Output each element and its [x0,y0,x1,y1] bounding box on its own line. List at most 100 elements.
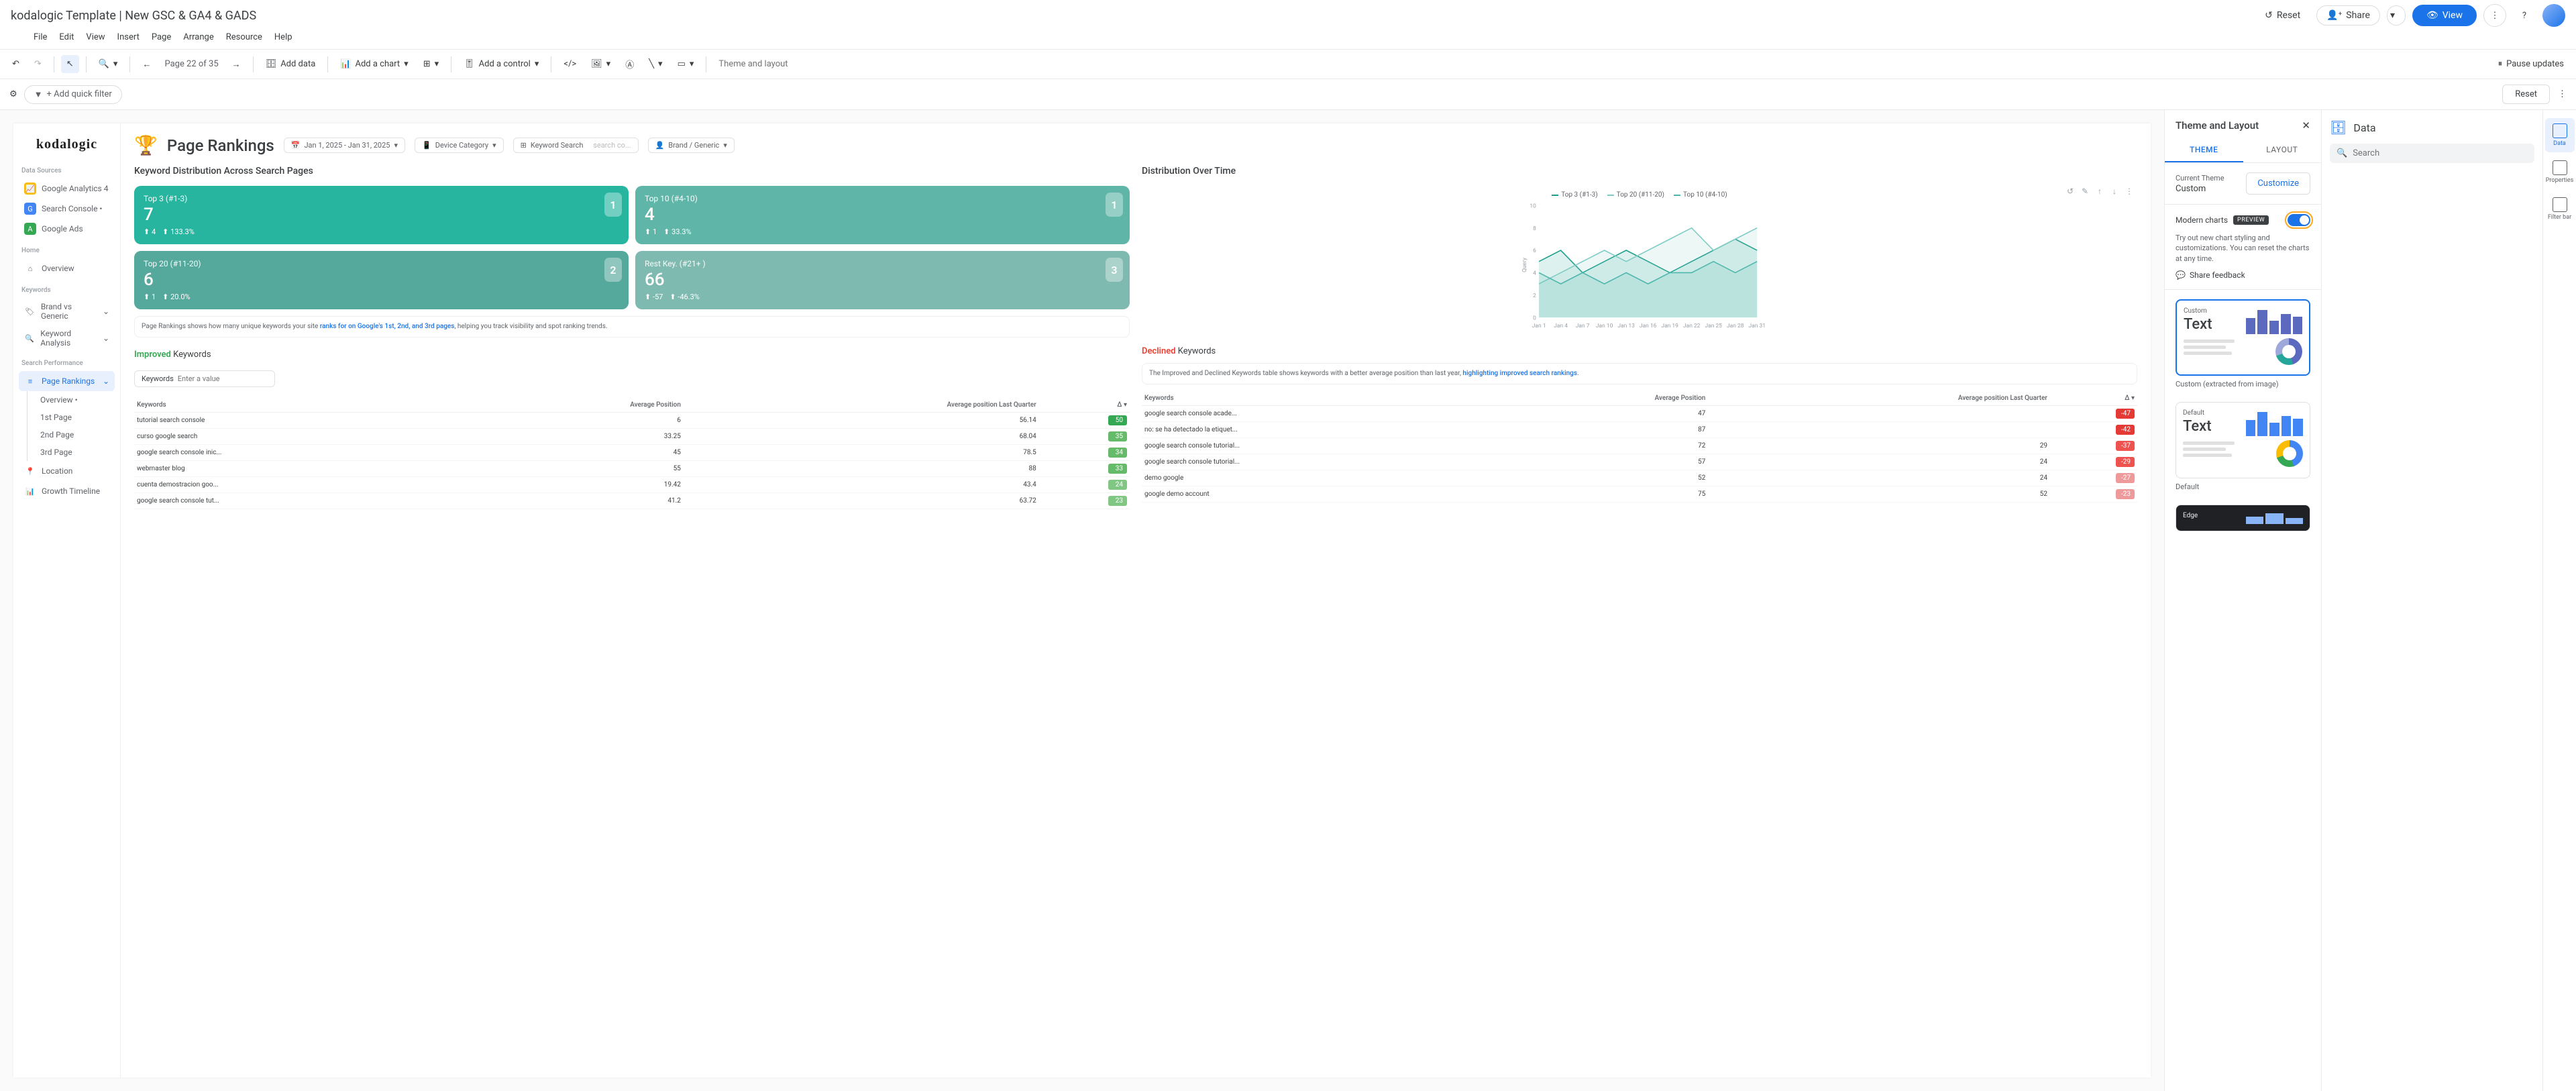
rail-filter[interactable]: Filter bar [2545,192,2575,226]
table-row[interactable]: webmaster blog5588 33 [134,461,1130,477]
image-button[interactable]: 🖼▾ [586,55,616,73]
arrow-up-icon[interactable]: ↑ [2094,186,2105,197]
table-row[interactable]: cuenta demostracion goo...19.4243.4 24 [134,477,1130,493]
metric-card[interactable]: 1 Top 3 (#1-3) 7 ⬆ 4⬆ 133.3% [134,186,629,244]
sidebar-item-gads[interactable]: AGoogle Ads [19,219,115,239]
arrow-down-icon[interactable]: ↓ [2109,186,2120,197]
menu-insert[interactable]: Insert [112,30,145,45]
sidebar-sub-1st[interactable]: 1st Page [35,409,115,426]
rail-properties[interactable]: Properties [2545,155,2575,189]
table-row[interactable]: google search console tutorial...5724 -2… [1142,454,2137,470]
col-header[interactable]: Average Position [473,398,684,413]
text-button[interactable]: Ⓐ [620,54,639,74]
selection-tool[interactable]: ↖ [61,55,79,73]
table-row[interactable]: google demo account7552 -23 [1142,486,2137,503]
sidebar-item-ga4[interactable]: 📈Google Analytics 4 [19,178,115,199]
col-header[interactable]: Δ ▾ [2050,391,2137,406]
more-options-button[interactable]: ⋮ [2483,4,2506,27]
shape-button[interactable]: ▭▾ [672,55,700,73]
pause-updates-button[interactable]: ⏸Pause updates [2493,55,2569,73]
keyword-input[interactable] [178,374,265,383]
rail-data[interactable]: Data [2545,118,2575,152]
redo-button[interactable]: ↷ [29,55,47,73]
table-row[interactable]: demo google5224 -27 [1142,470,2137,486]
sidebar-item-brand[interactable]: 🏷Brand vs Generic⌄ [19,298,115,325]
col-header[interactable]: Average position Last Quarter [1708,391,2050,406]
customize-button[interactable]: Customize [2246,172,2310,195]
metric-card[interactable]: 3 Rest Key. (#21+ ) 66 ⬆ -57⬆ -46.3% [635,251,1130,309]
filter-icon[interactable]: ⚙ [9,89,17,99]
metric-card[interactable]: 2 Top 20 (#11-20) 6 ⬆ 1⬆ 20.0% [134,251,629,309]
col-header[interactable]: Keywords [134,398,473,413]
next-page[interactable]: → [227,55,246,74]
add-chart-button[interactable]: 📊Add a chart ▾ [335,55,413,73]
url-embed-button[interactable]: </> [558,55,582,73]
table-row[interactable]: google search console acade...47 -47 [1142,406,2137,422]
sidebar-sub-overview[interactable]: Overview • [35,391,115,409]
menu-arrange[interactable]: Arrange [178,30,219,45]
tab-layout[interactable]: LAYOUT [2243,138,2322,162]
zoom-button[interactable]: 🔍 ▾ [93,55,123,73]
theme-layout-input[interactable] [713,56,847,72]
menu-help[interactable]: Help [269,30,298,45]
sidebar-item-kwanalysis[interactable]: 🔍Keyword Analysis⌄ [19,325,115,352]
reset-button[interactable]: ↺Reset [2255,6,2310,25]
table-row[interactable]: no: se ha detectado la etiquet...87 -42 [1142,422,2137,438]
sidebar-sub-2nd[interactable]: 2nd Page [35,426,115,444]
data-search[interactable]: 🔍 [2330,144,2534,163]
sidebar-item-location[interactable]: 📍Location [19,461,115,481]
add-quick-filter[interactable]: ▼+ Add quick filter [24,85,122,104]
close-icon[interactable]: ✕ [2302,119,2310,132]
col-header[interactable]: Average position Last Quarter [684,398,1039,413]
avatar[interactable] [2542,4,2565,27]
document-title[interactable]: kodalogic Template | New GSC & GA4 & GAD… [11,9,256,23]
menu-file[interactable]: File [28,30,52,45]
col-header[interactable]: Keywords [1142,391,1505,406]
col-header[interactable]: Average Position [1505,391,1708,406]
sidebar-item-overview[interactable]: ⌂Overview [19,258,115,278]
chart-container[interactable]: ↺ ✎ ↑ ↓ ⋮ Top 3 (#1-3) Top 20 (#11-20) T [1142,186,2137,334]
table-row[interactable]: google search console tutorial...7229 -3… [1142,438,2137,454]
date-range-chip[interactable]: 📅Jan 1, 2025 - Jan 31, 2025 ▾ [284,138,405,153]
share-dropdown[interactable]: ▾ [2387,5,2406,25]
modern-charts-toggle[interactable] [2288,214,2310,226]
line-button[interactable]: ╲▾ [643,55,667,73]
keyword-filter[interactable]: Keywords [134,370,275,387]
sidebar-sub-3rd[interactable]: 3rd Page [35,444,115,461]
help-button[interactable]: ? [2513,4,2536,27]
edit-chart-icon[interactable]: ✎ [2080,186,2090,197]
keyword-chip[interactable]: ⊞Keyword Search search co... [513,138,639,153]
add-control-button[interactable]: 🎚Add a control ▾ [458,55,544,73]
add-data-button[interactable]: 🗄Add data [260,55,321,73]
tab-theme[interactable]: THEME [2165,138,2243,162]
table-row[interactable]: google search console inic...4578.5 34 [134,445,1130,461]
metric-card[interactable]: 1 Top 10 (#4-10) 4 ⬆ 1⬆ 33.3% [635,186,1130,244]
menu-edit[interactable]: Edit [54,30,79,45]
share-button[interactable]: 👤⁺Share [2316,5,2380,25]
sidebar-item-gsc[interactable]: GSearch Console • [19,199,115,219]
menu-resource[interactable]: Resource [221,30,268,45]
search-input[interactable] [2353,148,2528,158]
prev-page[interactable]: ← [137,55,156,74]
reset-chart-icon[interactable]: ↺ [2065,186,2076,197]
device-chip[interactable]: 📱Device Category ▾ [415,138,504,153]
filter-reset-button[interactable]: Reset [2502,85,2550,104]
share-feedback-link[interactable]: 💬Share feedback [2176,270,2310,280]
more-vert-icon[interactable]: ⋮ [2124,186,2135,197]
menu-view[interactable]: View [80,30,110,45]
community-viz-button[interactable]: ⊞▾ [418,55,444,73]
table-row[interactable]: google search console tut...41.263.72 23 [134,493,1130,509]
undo-button[interactable]: ↶ [7,55,25,73]
theme-option-default[interactable]: DefaultText [2176,402,2310,478]
table-row[interactable]: tutorial search console656.14 50 [134,413,1130,429]
canvas[interactable]: kodalogic Data Sources 📈Google Analytics… [0,110,2164,1091]
brand-chip[interactable]: 👤Brand / Generic ▾ [648,138,735,153]
theme-option-edge[interactable]: Edge [2176,505,2310,531]
menu-page[interactable]: Page [146,30,176,45]
col-header[interactable]: Δ ▾ [1039,398,1130,413]
sidebar-item-rankings[interactable]: ≡Page Rankings⌄ [19,371,115,391]
more-vert-icon[interactable]: ⋮ [2558,89,2567,99]
sidebar-item-growth[interactable]: 📊Growth Timeline [19,481,115,501]
theme-option-custom[interactable]: CustomText [2176,299,2310,376]
view-button[interactable]: 👁View [2412,5,2477,26]
